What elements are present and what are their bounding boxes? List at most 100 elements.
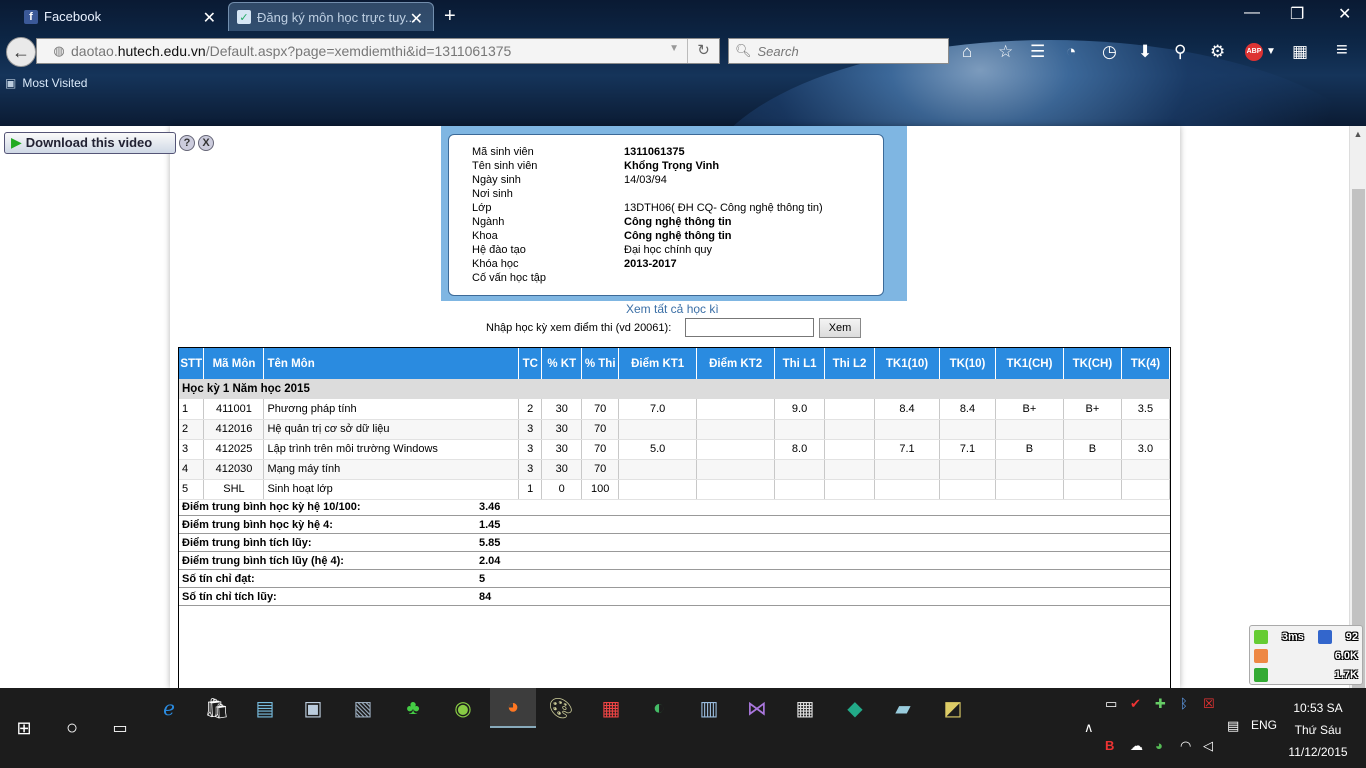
table-cell: 70 xyxy=(581,419,620,440)
view-button[interactable]: Xem xyxy=(819,318,861,338)
column-header[interactable]: Điểm KT1 xyxy=(618,348,698,379)
summary-value: 1.45 xyxy=(479,518,501,531)
download-video-widget: ▶ Download this video ? X xyxy=(4,130,214,155)
tab-dang-ky-mon-hoc[interactable]: ✓ Đăng ký môn học trực tuy... ✕ xyxy=(228,2,434,31)
column-header[interactable]: Tên Môn xyxy=(263,348,520,379)
firefox-icon[interactable]: ◕ xyxy=(490,688,536,728)
url-bar[interactable]: ◍ daotao. hutech.edu.vn/Default.aspx?page… xyxy=(36,38,720,64)
tray-icon-1[interactable]: ▭ xyxy=(1105,696,1117,712)
column-header[interactable]: TK(CH) xyxy=(1063,348,1122,379)
term-input[interactable] xyxy=(685,318,814,337)
search-input[interactable]: 🔍︎ Search xyxy=(728,38,949,64)
table-cell xyxy=(1063,419,1122,440)
onedrive-icon[interactable]: ☁ xyxy=(1130,738,1143,754)
summary-label: Số tín chỉ tích lũy: xyxy=(182,590,277,603)
clover-icon[interactable]: ♣ xyxy=(390,688,436,728)
minimize-icon[interactable]: — xyxy=(1244,4,1260,22)
scrollbar-thumb[interactable] xyxy=(1352,189,1365,688)
volume-icon[interactable]: ◁ xyxy=(1203,738,1213,754)
app-icon-8[interactable]: ◆ xyxy=(832,688,878,728)
paint-icon[interactable]: 🎨︎ xyxy=(538,688,584,728)
vertical-scrollbar[interactable]: ▲ xyxy=(1349,126,1366,688)
column-header[interactable]: STT xyxy=(179,348,205,379)
column-header[interactable]: TK(4) xyxy=(1121,348,1171,379)
back-button[interactable]: ← xyxy=(6,37,36,67)
column-header[interactable]: % Thi xyxy=(581,348,620,379)
download-video-button[interactable]: ▶ Download this video xyxy=(4,131,176,154)
column-header[interactable]: Thi L2 xyxy=(824,348,876,379)
table-cell: 8.4 xyxy=(939,399,996,420)
column-header[interactable]: % KT xyxy=(541,348,583,379)
close-tab-icon[interactable]: ✕ xyxy=(203,8,216,28)
bluetooth-icon[interactable]: ᛒ xyxy=(1180,696,1188,711)
home-icon[interactable]: ⌂ xyxy=(962,42,972,62)
tab-facebook[interactable]: f Facebook ✕ xyxy=(16,2,226,31)
tray-expand-icon[interactable]: ∧ xyxy=(1084,720,1094,736)
app-icon-10[interactable]: ◩ xyxy=(930,688,976,728)
store-icon[interactable]: 🛍︎ xyxy=(194,688,240,728)
tray-icon-5[interactable]: B xyxy=(1105,738,1114,753)
term-title: Học kỳ 1 Năm học 2015 xyxy=(179,379,1170,399)
app-icon-4[interactable]: ◉ xyxy=(440,688,486,728)
wifi-icon[interactable]: ◠ xyxy=(1180,738,1191,754)
input-language[interactable]: ENG xyxy=(1251,718,1277,732)
close-window-icon[interactable]: ✕ xyxy=(1338,4,1351,24)
reload-icon[interactable]: ↻ xyxy=(687,39,719,63)
clock[interactable]: 10:53 SA Thứ Sáu 11/12/2015 xyxy=(1284,697,1352,763)
column-header[interactable]: TK1(10) xyxy=(874,348,940,379)
app-icon-9[interactable]: ▰ xyxy=(880,688,926,728)
history-dropdown-icon[interactable]: ▼ xyxy=(669,43,679,54)
column-header[interactable]: TK(10) xyxy=(939,348,996,379)
adblock-dropdown-icon[interactable]: ▼ xyxy=(1266,46,1276,57)
column-header[interactable]: Mã Môn xyxy=(203,348,265,379)
tray-icon-2[interactable]: ✔ xyxy=(1130,696,1141,712)
table-cell: 8.0 xyxy=(774,439,826,460)
student-info-value: Đại học chính quy xyxy=(624,244,713,256)
private-mask-icon[interactable]: ◔ xyxy=(1066,42,1076,62)
column-header[interactable]: Thi L1 xyxy=(774,348,826,379)
app-icon-6[interactable]: ◐ xyxy=(636,688,682,728)
help-icon[interactable]: ? xyxy=(179,134,195,151)
restore-icon[interactable]: ❐ xyxy=(1290,4,1304,24)
adblock-icon[interactable]: ABP xyxy=(1245,43,1263,61)
history-clock-icon[interactable]: ◷ xyxy=(1102,42,1117,62)
calculator-icon[interactable]: ▦ xyxy=(782,688,828,728)
menu-icon[interactable]: ≡ xyxy=(1336,39,1348,62)
close-icon[interactable]: X xyxy=(198,134,214,151)
reading-list-icon[interactable]: ☰ xyxy=(1030,42,1045,62)
table-cell xyxy=(995,459,1064,480)
table-row: 4 412030 Mạng máy tính 3 30 70 xyxy=(179,459,1171,480)
bookmark-star-icon[interactable]: ☆ xyxy=(998,42,1013,62)
new-tab-icon[interactable]: + xyxy=(444,5,456,28)
table-cell: B xyxy=(1063,439,1122,460)
view-all-terms-link[interactable]: Xem tất cả học kì xyxy=(626,302,719,316)
gear-icon[interactable]: ⚙ xyxy=(1210,42,1225,62)
tray-icon-3[interactable]: ✚ xyxy=(1155,696,1166,712)
tray-icon-4[interactable]: ☒ xyxy=(1203,696,1215,712)
windows-start-icon[interactable]: ⊞ xyxy=(0,708,48,748)
column-header[interactable]: TC xyxy=(518,348,543,379)
edge-icon[interactable]: ℯ xyxy=(146,688,192,728)
app-icon-7[interactable]: ▥ xyxy=(686,688,732,728)
cortana-search-icon[interactable]: ○ xyxy=(48,708,96,748)
summary-section: Điểm trung bình học kỳ hệ 10/100: 3.46 Điể… xyxy=(179,498,1170,606)
find-icon[interactable]: ⚲ xyxy=(1174,42,1186,62)
table-cell: 30 xyxy=(541,399,583,420)
column-header[interactable]: Điểm KT2 xyxy=(696,348,776,379)
app-icon-1[interactable]: ▤ xyxy=(242,688,288,728)
table-cell xyxy=(874,459,940,480)
app-icon-5[interactable]: ▦ xyxy=(588,688,634,728)
app-icon-2[interactable]: ▣ xyxy=(290,688,336,728)
bookmark-most-visited[interactable]: Most Visited xyxy=(22,76,87,90)
column-header[interactable]: TK1(CH) xyxy=(995,348,1064,379)
close-tab-icon[interactable]: ✕ xyxy=(410,9,423,29)
tray-icon-6[interactable]: ◕ xyxy=(1155,738,1163,753)
extension-icon[interactable]: ▦ xyxy=(1292,42,1308,62)
task-view-icon[interactable]: ▭ xyxy=(96,708,144,748)
scroll-up-icon[interactable]: ▲ xyxy=(1350,126,1366,142)
table-cell: 9.0 xyxy=(774,399,826,420)
notification-icon[interactable]: ▤ xyxy=(1227,718,1239,734)
visual-studio-icon[interactable]: ⋈ xyxy=(734,688,780,728)
download-arrow-icon[interactable]: ⬇ xyxy=(1138,42,1152,62)
app-icon-3[interactable]: ▧ xyxy=(340,688,386,728)
